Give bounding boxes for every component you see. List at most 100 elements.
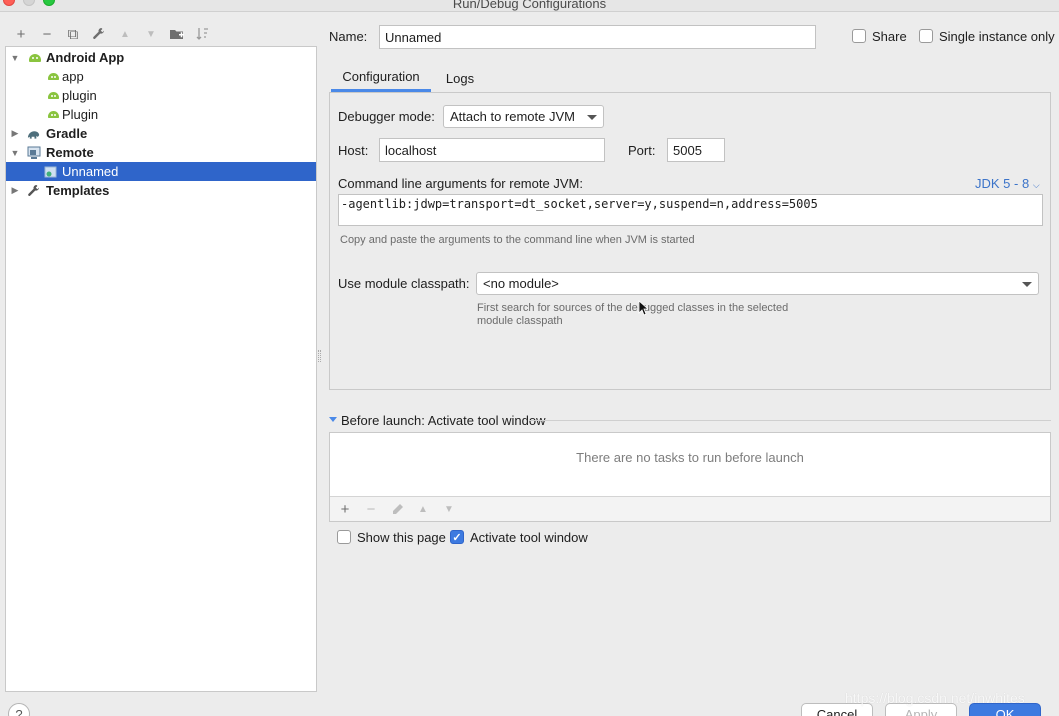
android-icon	[46, 70, 60, 84]
chevron-down-icon[interactable]: ▼	[10, 53, 20, 63]
arrow-down-icon: ▼	[146, 28, 156, 40]
module-hint-line1: First search for sources of the debugged…	[477, 302, 789, 314]
configuration-tree[interactable]: ▼ Android App app plugin Plugin ▶ Gradle…	[5, 46, 317, 692]
watermark: https://blog.csdn.net/inwhites	[845, 690, 1025, 706]
show-page-checkbox[interactable]	[337, 530, 351, 544]
jdk-version-link[interactable]: JDK 5 - 8 ⌵	[975, 176, 1040, 191]
tree-item-gradle[interactable]: ▶ Gradle	[6, 124, 316, 143]
command-line-label: Command line arguments for remote JVM:	[338, 176, 583, 191]
android-icon	[46, 89, 60, 103]
before-launch-header[interactable]: Before launch: Activate tool window	[329, 412, 1051, 428]
move-task-up-button[interactable]: ▲	[410, 499, 436, 519]
gradle-icon	[27, 127, 41, 141]
empty-tasks-text: There are no tasks to run before launch	[576, 450, 804, 465]
tree-item-unnamed[interactable]: Unnamed	[6, 162, 316, 181]
command-line-arguments-field[interactable]: -agentlib:jdwp=transport=dt_socket,serve…	[338, 194, 1043, 226]
mouse-cursor-icon	[638, 300, 648, 316]
splitter-handle[interactable]	[318, 350, 321, 362]
debugger-mode-value: Attach to remote JVM	[450, 109, 575, 124]
move-task-down-button[interactable]: ▼	[436, 499, 462, 519]
tree-item-plugin-2[interactable]: Plugin	[6, 105, 316, 124]
single-instance-checkbox[interactable]	[919, 29, 933, 43]
divider	[529, 420, 1051, 421]
remote-debug-icon	[44, 165, 58, 179]
remove-task-button[interactable]: −	[358, 499, 384, 519]
show-page-label: Show this page	[357, 530, 446, 545]
debugger-mode-select[interactable]: Attach to remote JVM	[443, 105, 604, 128]
tree-toolbar: + − ⧉ ▲ ▼	[8, 24, 216, 44]
arrow-up-icon: ▲	[120, 28, 130, 40]
plus-icon: +	[340, 500, 350, 518]
remote-icon	[27, 146, 41, 160]
port-label: Port:	[628, 143, 656, 158]
chevron-down-icon	[587, 114, 597, 120]
chevron-right-icon[interactable]: ▶	[10, 185, 20, 196]
before-launch-title: Before launch: Activate tool window	[341, 413, 546, 428]
arrow-up-icon: ▲	[418, 503, 428, 515]
edit-task-button[interactable]	[384, 499, 410, 519]
task-toolbar: + − ▲ ▼	[330, 496, 1050, 521]
chevron-down-icon	[1022, 281, 1032, 287]
module-classpath-label: Use module classpath:	[338, 276, 470, 291]
pencil-icon	[392, 503, 403, 514]
share-label: Share	[872, 29, 907, 44]
debugger-mode-label: Debugger mode:	[338, 109, 435, 124]
copy-icon: ⧉	[67, 25, 79, 43]
tree-item-label: Unnamed	[62, 164, 119, 179]
new-folder-button[interactable]	[164, 24, 190, 44]
tree-item-app[interactable]: app	[6, 67, 316, 86]
tab-configuration[interactable]: Configuration	[331, 64, 431, 92]
folder-icon	[169, 30, 184, 39]
name-label: Name:	[329, 29, 368, 44]
chevron-down-icon: ⌵	[1032, 180, 1040, 190]
copy-configuration-button[interactable]: ⧉	[60, 24, 86, 44]
android-icon	[46, 108, 60, 122]
tree-item-label: Gradle	[46, 126, 88, 141]
edit-defaults-button[interactable]	[86, 24, 112, 44]
arrow-down-icon: ▼	[444, 503, 454, 515]
tree-item-plugin[interactable]: plugin	[6, 86, 316, 105]
single-instance-label: Single instance only	[939, 29, 1055, 44]
command-line-hint: Copy and paste the arguments to the comm…	[340, 234, 695, 246]
move-up-button[interactable]: ▲	[112, 24, 138, 44]
wrench-icon	[27, 184, 41, 198]
collapse-triangle-icon	[329, 417, 337, 422]
remove-configuration-button[interactable]: −	[34, 24, 60, 44]
plus-icon: +	[16, 25, 26, 43]
tree-item-label: Remote	[46, 145, 94, 160]
tab-logs[interactable]: Logs	[438, 64, 482, 92]
wrench-icon	[93, 27, 104, 39]
activate-tool-window-checkbox[interactable]: ✓	[450, 530, 464, 544]
module-classpath-value: <no module>	[483, 276, 559, 291]
tree-item-android-app[interactable]: ▼ Android App	[6, 48, 316, 67]
add-task-button[interactable]: +	[332, 499, 358, 519]
sort-icon	[196, 28, 208, 40]
host-input[interactable]: localhost	[379, 138, 605, 162]
window-title: Run/Debug Configurations	[452, 0, 607, 11]
help-button[interactable]: ?	[8, 703, 30, 716]
before-launch-task-list[interactable]: There are no tasks to run before launch …	[329, 432, 1051, 522]
move-down-button[interactable]: ▼	[138, 24, 164, 44]
share-checkbox[interactable]	[852, 29, 866, 43]
port-input[interactable]: 5005	[667, 138, 725, 162]
tree-item-label: plugin	[62, 88, 97, 103]
tree-item-label: Templates	[46, 183, 110, 198]
add-configuration-button[interactable]: +	[8, 24, 34, 44]
title-bar: Run/Debug Configurations	[0, 0, 1059, 12]
sort-button[interactable]	[190, 24, 216, 44]
name-input[interactable]: Unnamed	[379, 25, 816, 49]
activate-tool-window-label: Activate tool window	[470, 530, 588, 545]
tree-item-label: Android App	[46, 50, 125, 65]
tree-item-templates[interactable]: ▶ Templates	[6, 181, 316, 200]
minus-icon: −	[42, 25, 52, 43]
module-classpath-select[interactable]: <no module>	[476, 272, 1039, 295]
tree-item-label: Plugin	[62, 107, 99, 122]
tree-item-remote[interactable]: ▼ Remote	[6, 143, 316, 162]
module-hint-line2: module classpath	[477, 315, 563, 327]
tree-item-label: app	[62, 69, 84, 84]
minus-icon: −	[366, 500, 376, 518]
android-icon	[28, 51, 42, 65]
chevron-down-icon[interactable]: ▼	[10, 148, 20, 158]
chevron-right-icon[interactable]: ▶	[10, 128, 20, 139]
host-label: Host:	[338, 143, 369, 158]
